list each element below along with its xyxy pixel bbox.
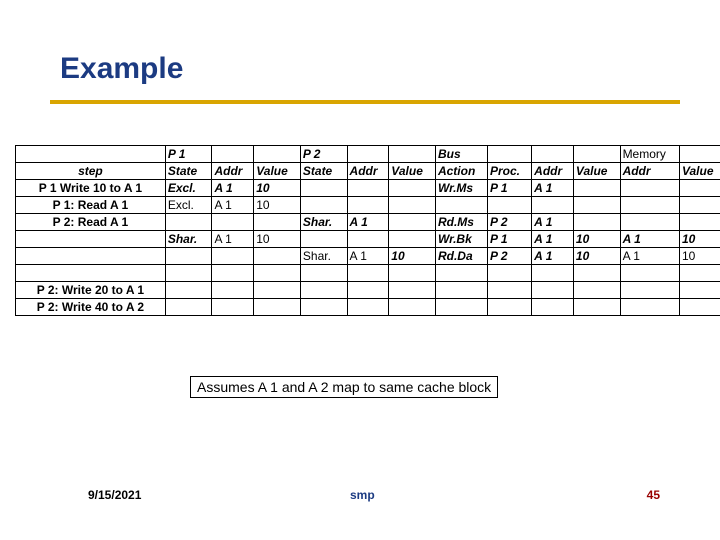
footer-date: 9/15/2021 — [88, 488, 141, 502]
title-rule — [50, 100, 680, 104]
table-group-row: P 1 P 2 Bus Memory — [16, 146, 720, 163]
assumption-note: Assumes A 1 and A 2 map to same cache bl… — [190, 376, 498, 398]
cell-blank — [16, 146, 166, 163]
cell-bus: Bus — [435, 146, 487, 163]
cell-mem: Memory — [620, 146, 679, 163]
cell-p2: P 2 — [300, 146, 347, 163]
table-row: P 2: Write 20 to A 1 — [16, 282, 720, 299]
table-row: P 2: Read A 1Shar.A 1Rd.MsP 2A 1 — [16, 214, 720, 231]
table-row — [16, 265, 720, 282]
coherence-table: P 1 P 2 Bus Memory step State Addr Value… — [15, 145, 720, 316]
slide-title: Example — [60, 52, 183, 86]
table-header-row: step State Addr Value State Addr Value A… — [16, 163, 720, 180]
table-row: P 2: Write 40 to A 2 — [16, 299, 720, 316]
footer-page: 45 — [647, 488, 660, 502]
table-row: Shar.A 110Wr.BkP 1A 110A 110 — [16, 231, 720, 248]
table-row: Shar.A 110Rd.DaP 2A 110A 110 — [16, 248, 720, 265]
footer-center: smp — [350, 488, 375, 502]
cell-p1: P 1 — [165, 146, 212, 163]
hdr-step: step — [16, 163, 166, 180]
table-row: P 1: Read A 1Excl.A 110 — [16, 197, 720, 214]
table-row: P 1 Write 10 to A 1Excl.A 110Wr.MsP 1A 1 — [16, 180, 720, 197]
